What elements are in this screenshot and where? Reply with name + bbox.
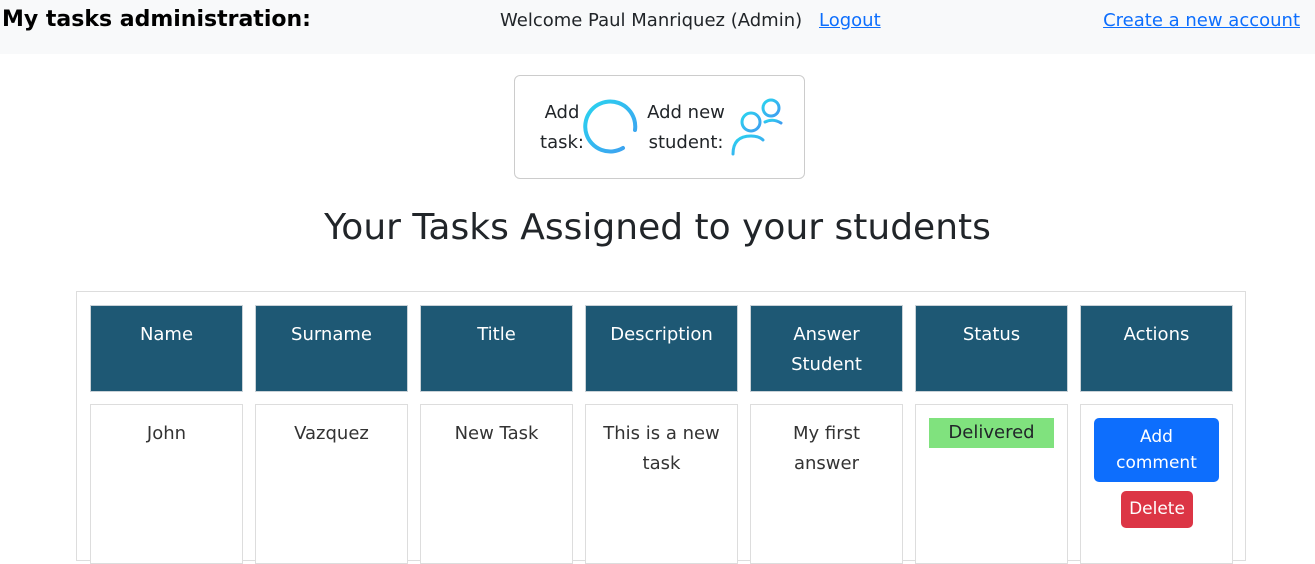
tasks-table: Name Surname Title Description Answer St… — [76, 291, 1246, 564]
header-description: Description — [585, 305, 738, 392]
header-title: Title — [420, 305, 573, 392]
cell-surname: Vazquez — [255, 404, 408, 564]
quick-actions-box: Add task: Add new student: — [514, 75, 805, 179]
cell-title: New Task — [420, 404, 573, 564]
status-badge: Delivered — [929, 418, 1054, 448]
add-task-label: Add task: — [540, 102, 584, 153]
header-actions: Actions — [1080, 305, 1233, 392]
create-account-link[interactable]: Create a new account — [1103, 10, 1300, 31]
logout-link[interactable]: Logout — [819, 10, 881, 31]
brand-title: My tasks administration: — [2, 7, 311, 32]
header-surname: Surname — [255, 305, 408, 392]
cell-name: John — [90, 404, 243, 564]
page-heading: Your Tasks Assigned to your students — [324, 207, 991, 248]
cell-actions: Add comment Delete — [1080, 404, 1233, 564]
add-student-label: Add new student: — [647, 102, 725, 153]
plus-circle-icon[interactable] — [583, 96, 641, 158]
header-status: Status — [915, 305, 1068, 392]
welcome-text: Welcome Paul Manriquez (Admin) — [500, 10, 803, 31]
cell-answer: My first answer — [750, 404, 903, 564]
header-name: Name — [90, 305, 243, 392]
header-answer-student: Answer Student — [750, 305, 903, 392]
add-users-icon[interactable] — [729, 96, 789, 158]
delete-button[interactable]: Delete — [1121, 491, 1193, 528]
add-comment-button[interactable]: Add comment — [1094, 418, 1219, 482]
cell-description: This is a new task — [585, 404, 738, 564]
cell-status: Delivered — [915, 404, 1068, 564]
navbar: My tasks administration: Welcome Paul Ma… — [0, 0, 1315, 54]
